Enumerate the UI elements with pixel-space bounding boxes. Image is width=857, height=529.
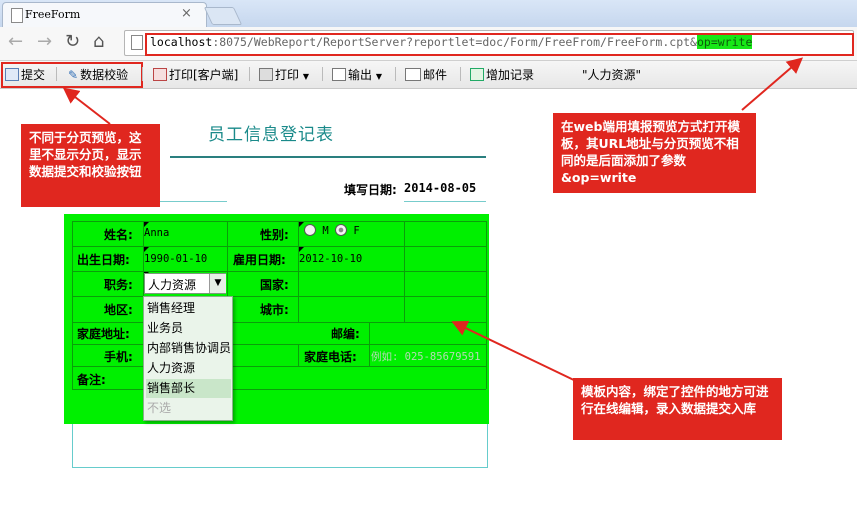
arrow-to-url bbox=[741, 57, 804, 111]
arrow-to-toolbar bbox=[62, 87, 111, 125]
annotation-arrows bbox=[62, 57, 804, 383]
arrow-to-form bbox=[451, 320, 579, 383]
